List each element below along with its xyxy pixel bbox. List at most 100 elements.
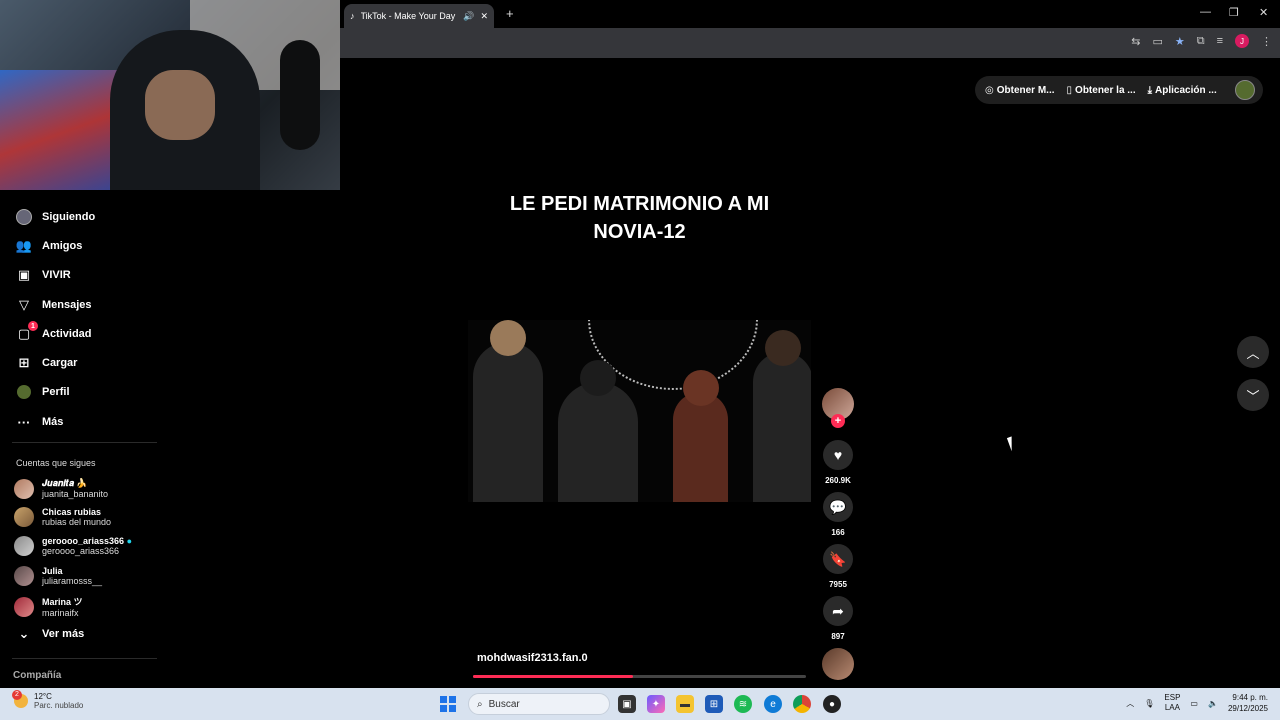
microphone-icon[interactable]: 🎙: [1144, 699, 1154, 708]
bookmark-star-icon[interactable]: ★: [1175, 35, 1185, 48]
more-icon: ···: [17, 414, 31, 430]
previous-video-button[interactable]: ︿: [1237, 336, 1269, 368]
get-app-button[interactable]: ▯ Obtener la ...: [1067, 85, 1136, 96]
browser-menu-icon[interactable]: ⋮: [1261, 35, 1272, 48]
video-frame: [468, 320, 811, 502]
sidebar-item-upload[interactable]: ⊞ Cargar: [16, 355, 78, 371]
activity-badge: 1: [28, 321, 38, 331]
sidebar-item-profile[interactable]: Perfil: [16, 384, 70, 400]
desktop-app-button[interactable]: ⤓ Aplicación ...: [1148, 85, 1217, 96]
friends-icon: 👥: [15, 238, 33, 253]
chrome-icon[interactable]: [793, 695, 811, 713]
sidebar-item-activity[interactable]: ▢ 1 Actividad: [16, 321, 92, 342]
tray-chevron-icon[interactable]: ︿: [1126, 698, 1134, 709]
windows-start-icon[interactable]: [440, 696, 456, 712]
taskbar-search[interactable]: ⌕ Buscar: [468, 693, 610, 715]
app-icon[interactable]: ●: [823, 695, 841, 713]
share-icon: ➦: [832, 602, 844, 619]
network-icon[interactable]: ▭: [1190, 699, 1198, 708]
tab-audio-icon[interactable]: 🔊: [463, 11, 474, 22]
weather-badge: 2: [12, 690, 22, 700]
video-player[interactable]: LE PEDI MATRIMONIO A MI NOVIA-12 mohdwas…: [468, 180, 811, 680]
following-account[interactable]: geroooo_ariass366 ● geroooo_ariass366: [14, 536, 132, 556]
download-icon: ⤓: [1147, 84, 1153, 96]
spotify-icon[interactable]: ≋: [734, 695, 752, 713]
video-author[interactable]: mohdwasif2313.fan.0: [477, 652, 588, 664]
save-button[interactable]: 🔖: [823, 544, 853, 574]
verified-icon: ●: [126, 536, 132, 546]
webcam-face: [145, 70, 215, 140]
avatar: [14, 478, 34, 499]
sidebar-item-following[interactable]: Siguiendo: [16, 209, 95, 225]
clock[interactable]: 9:44 p. m. 29/12/2025: [1228, 692, 1268, 714]
tab-title: TikTok - Make Your Day: [360, 11, 456, 21]
screen: ♪ TikTok - Make Your Day 🔊 ✕ + — ❐ ✕ ⇆ ▭…: [0, 0, 1280, 720]
volume-icon[interactable]: 🔈: [1208, 699, 1218, 708]
store-icon[interactable]: ⊞: [705, 695, 723, 713]
avatar: [14, 536, 34, 556]
weather-icon: 2: [12, 690, 28, 708]
chevron-up-icon: ︿: [1246, 345, 1260, 361]
sidebar-item-messages[interactable]: ▽ Mensajes: [16, 297, 92, 313]
next-video-button[interactable]: ﹀: [1237, 379, 1269, 411]
following-account[interactable]: Julia juliaramosss__: [14, 566, 102, 586]
like-button[interactable]: ♥: [823, 440, 853, 470]
restore-button[interactable]: ❐: [1229, 6, 1239, 19]
cast-icon[interactable]: ▭: [1152, 35, 1162, 48]
following-account[interactable]: Chicas rubias rubias del mundo: [14, 507, 111, 527]
language-indicator[interactable]: ESP LAA: [1164, 693, 1180, 713]
avatar: [14, 566, 34, 586]
file-explorer-icon[interactable]: ▬: [676, 695, 694, 713]
live-icon: ▣: [17, 267, 31, 282]
browser-tab[interactable]: ♪ TikTok - Make Your Day 🔊 ✕: [344, 4, 494, 28]
see-more-button[interactable]: ⌄ Ver más: [16, 626, 85, 642]
follow-button[interactable]: +: [831, 414, 845, 428]
edge-icon[interactable]: e: [764, 695, 782, 713]
system-tray: ︿ 🎙 ESP LAA ▭ 🔈 9:44 p. m. 29/12/2025: [1126, 692, 1268, 714]
tab-close-button[interactable]: ✕: [480, 11, 488, 22]
toolbar-icons: ⇆ ▭ ★ ⧉ ≡ J ⋮: [1131, 34, 1272, 48]
comment-count: 166: [831, 528, 845, 537]
sidebar-item-friends[interactable]: 👥 Amigos: [16, 238, 82, 254]
search-icon: ⌕: [477, 698, 483, 710]
figure: [558, 360, 638, 502]
figure: [673, 370, 728, 502]
translate-icon[interactable]: ⇆: [1131, 35, 1140, 48]
following-section-title: Cuentas que sigues: [16, 458, 96, 468]
sound-avatar[interactable]: [822, 648, 854, 680]
task-view-icon[interactable]: ▣: [618, 695, 636, 713]
copilot-icon[interactable]: ✦: [647, 695, 665, 713]
bookmark-icon: 🔖: [829, 550, 847, 567]
profile-avatar[interactable]: J: [1235, 34, 1249, 48]
upload-icon: ⊞: [18, 355, 30, 370]
figure: [473, 320, 543, 502]
share-count: 897: [831, 632, 845, 641]
weather-widget[interactable]: 2 12°C Parc. nublado: [12, 690, 83, 710]
window-close-button[interactable]: ✕: [1259, 6, 1268, 19]
video-progress-fill: [473, 675, 633, 678]
heart-icon: ♥: [833, 447, 843, 463]
like-count: 260.9K: [825, 476, 851, 485]
sidebar-divider: [12, 442, 157, 443]
sidebar-item-more[interactable]: ··· Más: [16, 414, 64, 430]
browser-toolbar: ⇆ ▭ ★ ⧉ ≡ J ⋮: [340, 28, 1280, 58]
get-coins-button[interactable]: ◎ Obtener M...: [985, 85, 1055, 96]
mouse-cursor-icon: [1006, 434, 1022, 452]
new-tab-button[interactable]: +: [506, 6, 514, 21]
user-avatar[interactable]: [1235, 80, 1255, 100]
company-link[interactable]: Compañía: [13, 670, 61, 681]
following-account[interactable]: 𝑱𝒖𝒂𝒏𝒊𝒕𝒂 🍌 juanita_bananito: [14, 478, 108, 499]
sidebar-item-live[interactable]: ▣ VIVIR: [16, 267, 71, 283]
share-button[interactable]: ➦: [823, 596, 853, 626]
minimize-button[interactable]: —: [1200, 6, 1211, 18]
tiktok-favicon-icon: ♪: [350, 11, 355, 21]
phone-icon: ▯: [1066, 84, 1073, 96]
comment-button[interactable]: 💬: [823, 492, 853, 522]
following-account[interactable]: Marina ツ marinaifx: [14, 595, 83, 618]
extensions-icon[interactable]: ⧉: [1197, 35, 1205, 48]
comment-icon: 💬: [829, 498, 847, 515]
webcam-overlay: [0, 0, 340, 190]
media-control-icon[interactable]: ≡: [1217, 35, 1223, 47]
video-caption-overlay: LE PEDI MATRIMONIO A MI NOVIA-12: [509, 193, 770, 243]
video-progress-bar[interactable]: [473, 675, 806, 678]
